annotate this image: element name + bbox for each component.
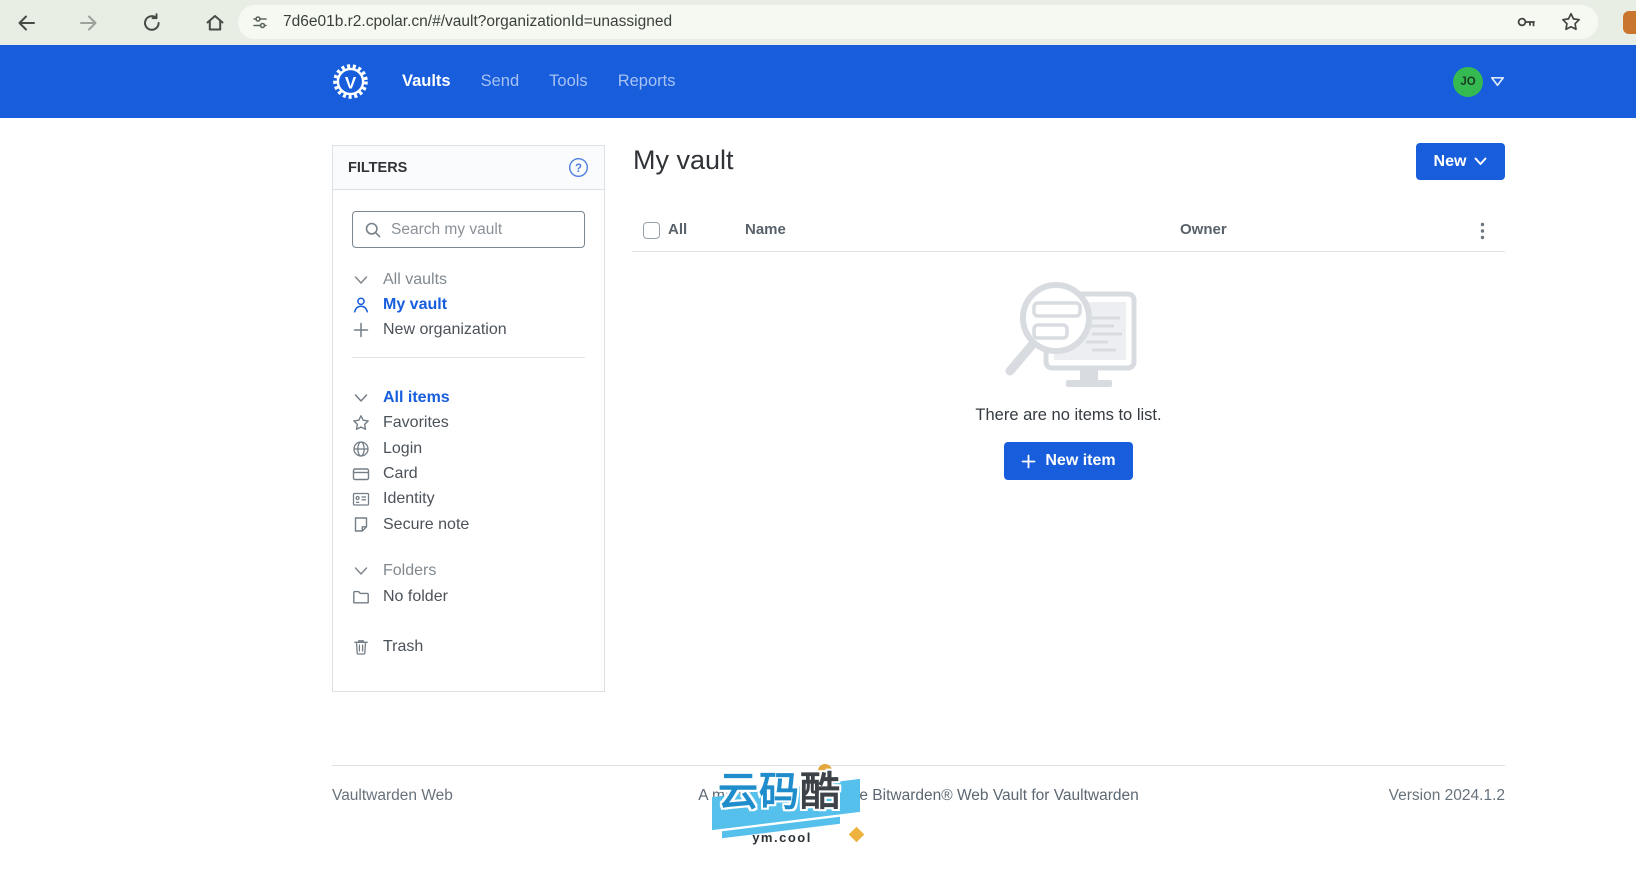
- nav-tab-tools[interactable]: Tools: [549, 72, 588, 91]
- select-all-checkbox[interactable]: [643, 222, 660, 239]
- chevron-down-icon: [352, 271, 370, 289]
- footer: Vaultwarden Web A modified version of th…: [332, 787, 1505, 807]
- watermark-diamond: [849, 827, 865, 843]
- chevron-down-icon: [352, 562, 370, 580]
- user-icon: [352, 296, 370, 314]
- sidebar-item-secure-note[interactable]: Secure note: [352, 512, 585, 537]
- sidebar-item-all-items[interactable]: All items: [352, 385, 585, 410]
- footer-version: Version 2024.1.2: [1389, 787, 1505, 805]
- nav-tab-reports[interactable]: Reports: [618, 72, 676, 91]
- reload-button[interactable]: [140, 11, 164, 35]
- home-button[interactable]: [203, 11, 227, 35]
- vault-search[interactable]: [352, 211, 585, 248]
- id-card-icon: [352, 490, 370, 508]
- browser-toolbar: 7d6e01b.r2.cpolar.cn/#/vault?organizatio…: [0, 0, 1636, 45]
- table-options-kebab-icon[interactable]: [1480, 222, 1485, 240]
- empty-message: There are no items to list.: [632, 406, 1505, 425]
- svg-text:V: V: [345, 74, 357, 93]
- note-icon: [352, 516, 370, 534]
- site-settings-icon[interactable]: [247, 9, 273, 35]
- filters-title: FILTERS: [348, 160, 407, 176]
- forward-button[interactable]: [77, 11, 101, 35]
- chevron-down-icon: [1474, 157, 1487, 166]
- watermark-subtitle: ym.cool: [712, 830, 852, 845]
- app-navbar: V Vaults Send Tools Reports JO: [0, 45, 1636, 118]
- sidebar-item-all-vaults[interactable]: All vaults: [352, 267, 585, 292]
- account-menu[interactable]: JO: [1453, 45, 1505, 118]
- sidebar-item-login[interactable]: Login: [352, 436, 585, 461]
- plus-icon: [1021, 454, 1036, 469]
- empty-search-illustration: [994, 272, 1144, 394]
- help-icon[interactable]: ?: [568, 157, 589, 178]
- plus-icon: [352, 321, 370, 339]
- svg-text:?: ?: [575, 163, 582, 175]
- watermark-band: [722, 817, 840, 838]
- sidebar-item-favorites[interactable]: Favorites: [352, 411, 585, 436]
- globe-icon: [352, 440, 370, 458]
- sidebar-item-identity[interactable]: Identity: [352, 487, 585, 512]
- empty-state: There are no items to list. New item: [632, 272, 1505, 480]
- column-header-name: Name: [745, 221, 786, 238]
- chevron-down-icon: [1490, 76, 1505, 87]
- folder-icon: [352, 588, 370, 606]
- filters-panel: FILTERS ? All vaults My vault New organi…: [332, 145, 605, 692]
- password-manager-key-icon[interactable]: [1514, 10, 1538, 34]
- footer-description: A modified version of the Bitwarden® Web…: [698, 787, 1139, 805]
- page-title: My vault: [633, 145, 734, 176]
- sidebar-item-new-organization[interactable]: New organization: [352, 318, 585, 343]
- nav-tab-vaults[interactable]: Vaults: [402, 72, 451, 91]
- chevron-down-icon: [352, 389, 370, 407]
- extension-icon[interactable]: [1623, 11, 1636, 34]
- new-item-button[interactable]: New item: [1004, 442, 1132, 480]
- footer-app-name: Vaultwarden Web: [332, 787, 453, 805]
- back-button[interactable]: [14, 11, 38, 35]
- url-bar[interactable]: 7d6e01b.r2.cpolar.cn/#/vault?organizatio…: [238, 5, 1598, 39]
- search-input[interactable]: [391, 221, 573, 239]
- divider: [352, 357, 585, 358]
- search-icon: [364, 221, 382, 239]
- column-header-owner: Owner: [1180, 221, 1227, 238]
- vaultwarden-logo-icon[interactable]: V: [332, 63, 369, 100]
- sidebar-item-no-folder[interactable]: No folder: [352, 584, 585, 609]
- watermark-dot: [818, 764, 832, 778]
- avatar[interactable]: JO: [1453, 67, 1483, 97]
- nav-tab-send[interactable]: Send: [481, 72, 520, 91]
- bookmark-star-icon[interactable]: [1560, 11, 1582, 33]
- star-icon: [352, 414, 370, 432]
- trash-icon: [352, 638, 370, 656]
- footer-divider: [332, 765, 1505, 766]
- url-text: 7d6e01b.r2.cpolar.cn/#/vault?organizatio…: [283, 13, 672, 31]
- new-button[interactable]: New: [1416, 143, 1505, 180]
- credit-card-icon: [352, 465, 370, 483]
- sidebar-item-trash[interactable]: Trash: [352, 634, 585, 659]
- sidebar-item-card[interactable]: Card: [352, 461, 585, 486]
- column-header-all: All: [668, 221, 687, 238]
- sidebar-item-folders[interactable]: Folders: [352, 559, 585, 584]
- sidebar-item-my-vault[interactable]: My vault: [352, 292, 585, 317]
- items-table-header: All Name Owner: [632, 211, 1505, 252]
